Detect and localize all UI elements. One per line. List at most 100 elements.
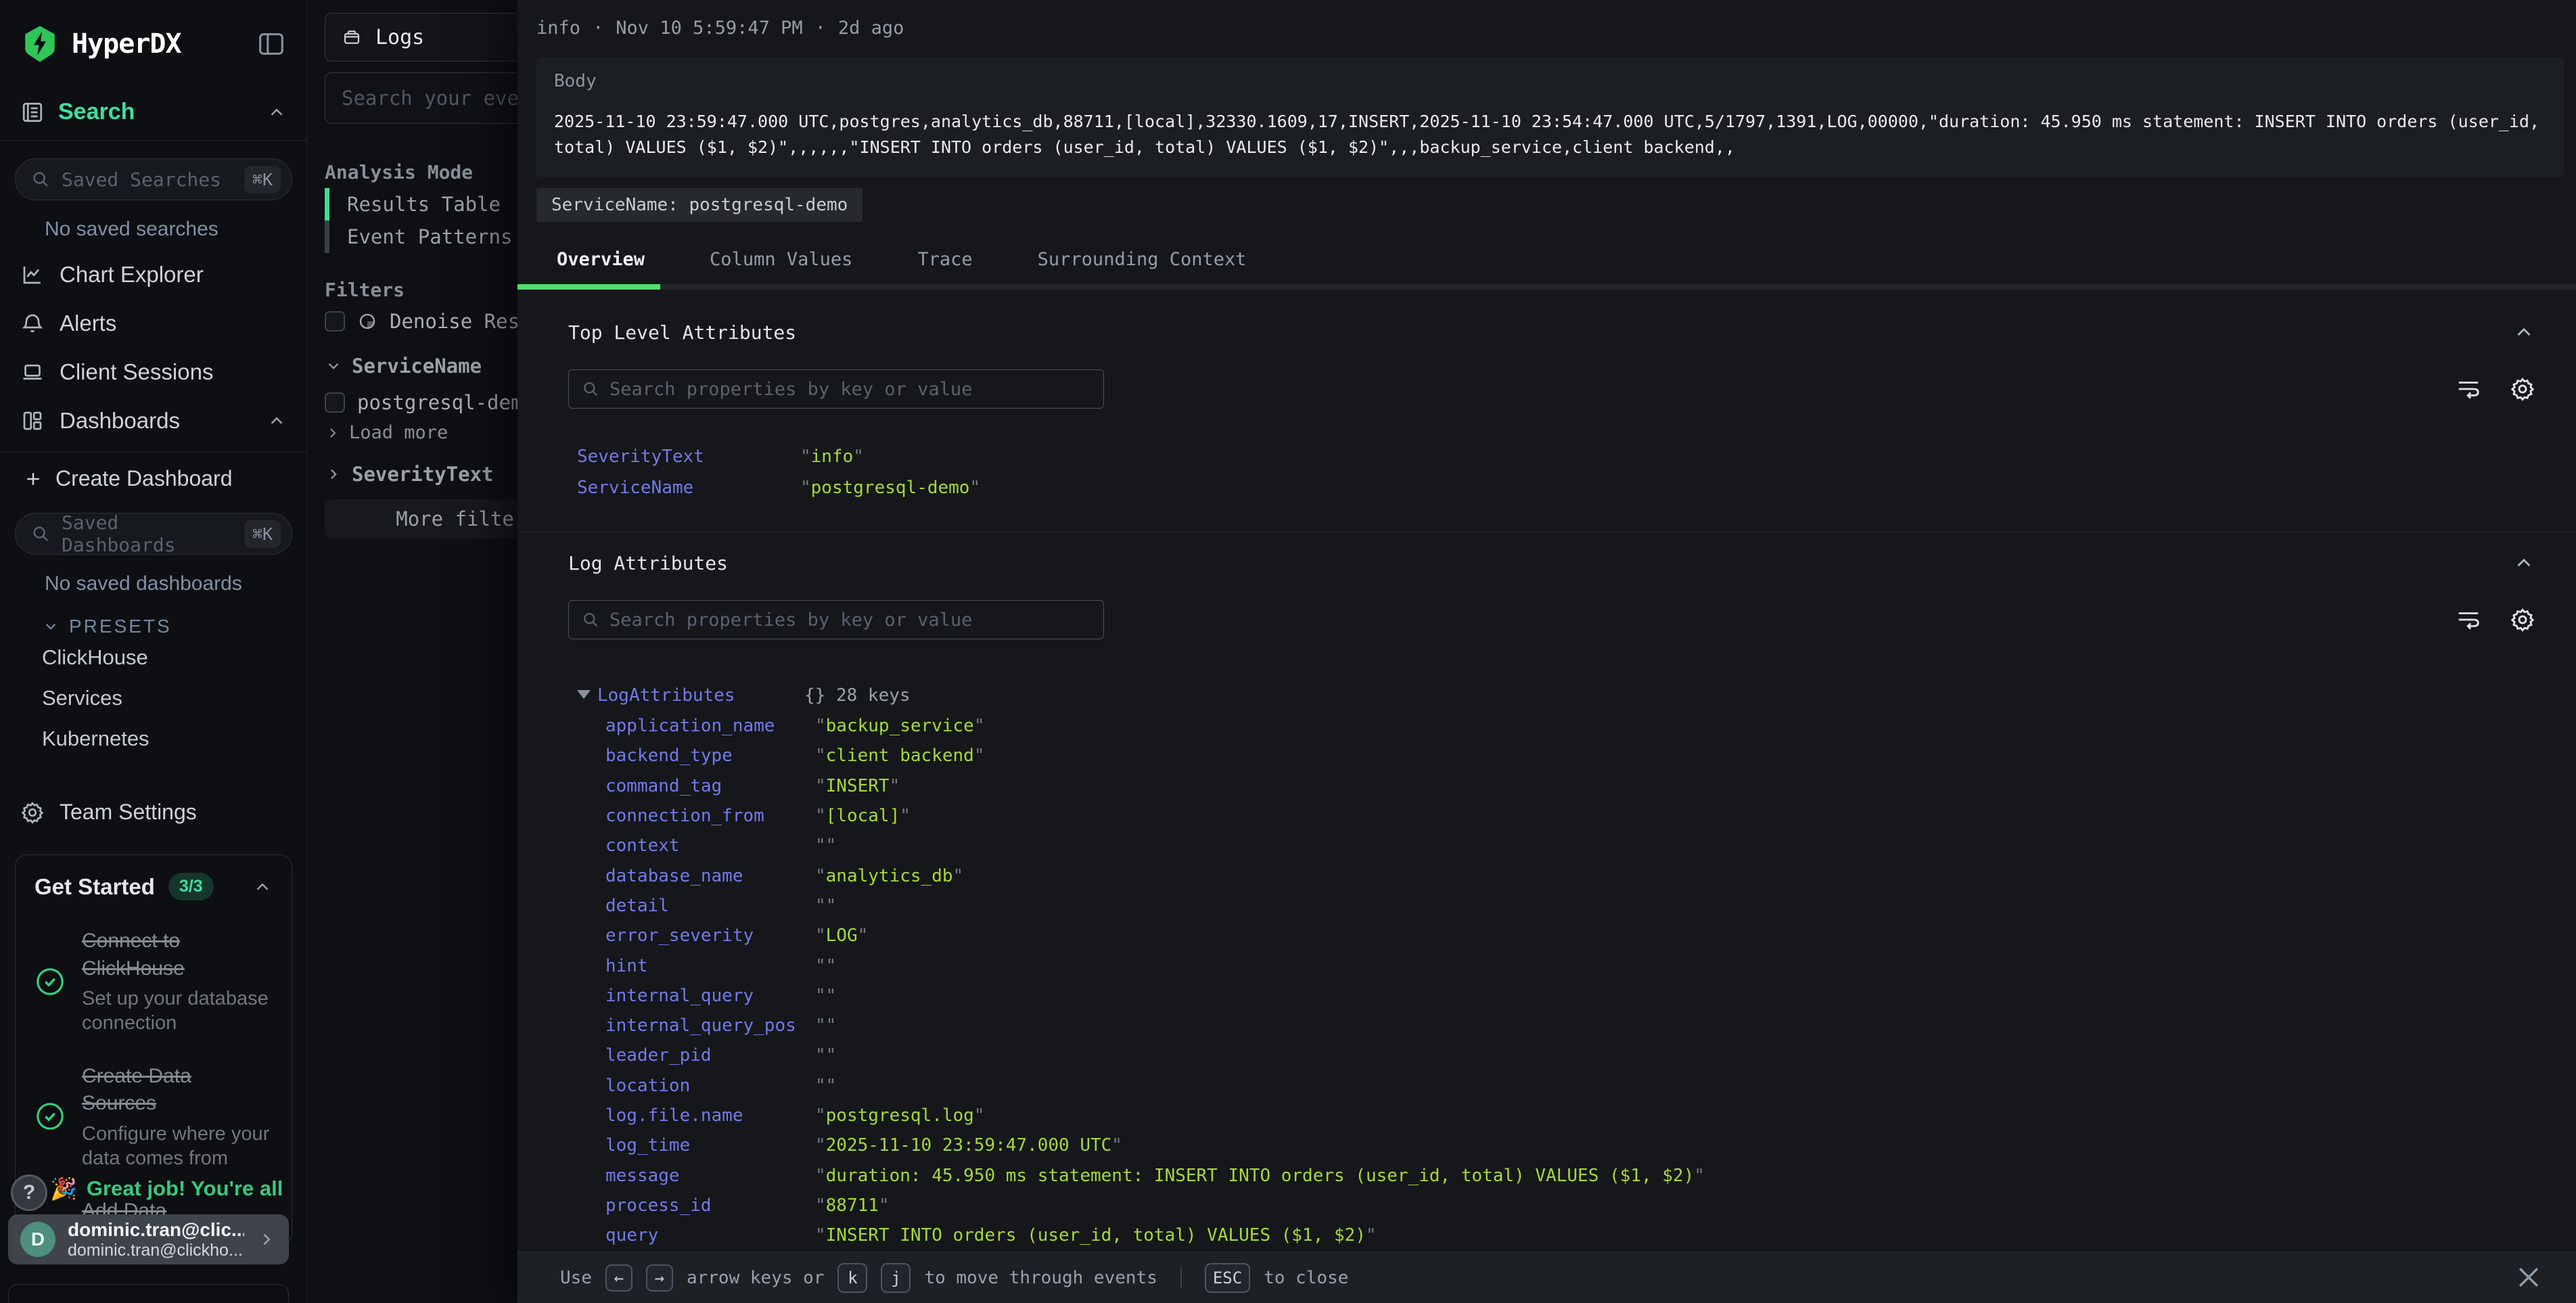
help-button[interactable]: ? [11,1174,47,1211]
attr-value[interactable]: "" [815,896,836,916]
attr-value[interactable]: "" [815,1076,836,1096]
gear-icon[interactable] [2510,376,2535,402]
attr-value[interactable]: "backup_service" [815,716,984,736]
attr-value[interactable]: "analytics_db" [815,866,963,886]
preset-item-kubernetes[interactable]: Kubernetes [0,718,307,759]
load-more-button[interactable]: Load more [325,422,448,443]
attr-key[interactable]: query [605,1225,815,1245]
attr-key[interactable]: internal_query_pos [605,1015,815,1036]
sidebar-item-alerts[interactable]: Alerts [0,299,307,348]
get-started-item[interactable]: Create Data SourcesConfigure where your … [34,1063,273,1171]
servicename-group-toggle[interactable]: ServiceName [325,355,482,378]
attr-key[interactable]: log_time [605,1135,815,1156]
attr-value[interactable]: "postgresql.log" [815,1105,984,1126]
tab-column-values[interactable]: Column Values [710,249,852,288]
attr-key[interactable]: leader_pid [605,1045,815,1066]
attr-value[interactable]: "" [815,1045,836,1066]
footer-text: to move through events [924,1268,1157,1288]
gear-icon[interactable] [2510,607,2535,633]
attr-value[interactable]: "88711" [815,1195,890,1216]
analysis-mode-option-results-table[interactable]: Results Table [325,188,512,221]
get-started-item[interactable]: Connect to ClickHouseSet up your databas… [34,928,273,1036]
attribute-row: location"" [568,1071,2535,1101]
severitytext-group-toggle[interactable]: SeverityText [325,463,494,486]
attr-key[interactable]: message [605,1166,815,1186]
sidebar-section-search[interactable]: Search [0,99,307,125]
attr-key[interactable]: application_name [605,716,815,736]
top-level-search-input[interactable] [610,379,1091,400]
create-dashboard-label: Create Dashboard [55,466,232,491]
attr-key[interactable]: hint [605,956,815,976]
get-started-title: Get Started [34,874,155,900]
chevron-up-icon[interactable] [267,411,287,431]
attr-value[interactable]: "" [815,1015,836,1036]
sidebar-item-client-sessions[interactable]: Client Sessions [0,348,307,396]
attribute-row: process_id"88711" [568,1191,2535,1220]
sidebar-collapse-icon[interactable] [256,28,287,60]
tab-trace[interactable]: Trace [917,249,972,288]
log-attributes-search-input[interactable] [610,610,1091,631]
service-name-tag[interactable]: ServiceName: postgresql-demo [536,188,862,222]
attr-value[interactable]: "" [815,956,836,976]
chevron-up-icon[interactable] [252,877,273,897]
attr-key[interactable]: detail [605,896,815,916]
attr-value[interactable]: "" [815,986,836,1006]
attr-key[interactable]: internal_query [605,986,815,1006]
attr-key[interactable]: log.file.name [605,1105,815,1126]
attr-meta: {} 28 keys [804,685,911,706]
log-attributes-root-row[interactable]: LogAttributes {} 28 keys [568,680,2535,711]
sidebar-item-chart-explorer[interactable]: Chart Explorer [0,250,307,299]
sidebar-item-dashboards[interactable]: Dashboards [0,396,307,445]
attr-key[interactable]: connection_from [605,806,815,826]
event-body-block: Body 2025-11-10 23:59:47.000 UTC,postgre… [536,58,2564,177]
clipped-bottom-card [8,1284,289,1303]
get-started-header[interactable]: Get Started 3/3 [34,873,273,900]
attr-key[interactable]: error_severity [605,925,815,946]
saved-searches-input[interactable]: Saved Searches ⌘K [15,158,292,200]
attr-value[interactable]: "client backend" [815,746,984,766]
saved-dashboards-input[interactable]: Saved Dashboards ⌘K [15,513,292,555]
attr-value[interactable]: "INSERT INTO orders (user_id, total) VAL… [815,1225,1377,1245]
attr-value[interactable]: "INSERT" [815,776,900,796]
attr-value[interactable]: "LOG" [815,925,868,946]
presets-toggle[interactable]: PRESETS [0,616,307,637]
close-icon[interactable] [2514,1262,2544,1292]
preset-item-clickhouse[interactable]: ClickHouse [0,637,307,678]
attr-key[interactable]: LogAttributes [597,685,804,706]
attr-key[interactable]: location [605,1076,815,1096]
service-filter-row[interactable]: postgresql-demo [325,391,534,414]
attr-key[interactable]: process_id [605,1195,815,1216]
attr-key[interactable]: command_tag [605,776,815,796]
checkbox[interactable] [325,311,345,332]
team-settings-button[interactable]: Team Settings [0,789,307,836]
user-menu[interactable]: D dominic.tran@clic... dominic.tran@clic… [8,1214,289,1264]
create-dashboard-button[interactable]: Create Dashboard [0,453,307,495]
wrap-lines-icon[interactable] [2456,607,2481,633]
attr-value[interactable]: "duration: 45.950 ms statement: INSERT I… [815,1166,1705,1186]
attr-value[interactable]: "2025-11-10 23:59:47.000 UTC" [815,1135,1122,1156]
checkbox[interactable] [325,392,345,413]
analysis-mode-option-event-patterns[interactable]: Event Patterns [325,221,512,253]
attr-value[interactable]: "[local]" [815,806,911,826]
attr-key[interactable]: backend_type [605,746,815,766]
chevron-up-icon[interactable] [2512,321,2535,344]
top-level-search[interactable] [568,369,1104,409]
expand-triangle-icon[interactable] [577,690,591,699]
preset-item-services[interactable]: Services [0,678,307,718]
tab-overview[interactable]: Overview [557,249,645,288]
attr-key[interactable]: database_name [605,866,815,886]
top-level-attributes-section: Top Level Attributes SeverityText"info"S… [518,291,2576,510]
log-attributes-search[interactable] [568,600,1104,639]
chevron-up-icon[interactable] [267,102,287,122]
tab-surrounding-context[interactable]: Surrounding Context [1038,249,1247,288]
wrap-lines-icon[interactable] [2456,376,2481,402]
get-started-item-texts: Create Data SourcesConfigure where your … [82,1063,273,1171]
attr-key[interactable]: ServiceName [577,478,800,498]
attr-value[interactable]: "postgresql-demo" [800,478,980,498]
attr-key[interactable]: SeverityText [577,447,800,467]
attr-value[interactable]: "" [815,836,836,856]
attr-key[interactable]: context [605,836,815,856]
get-started-item-desc: Configure where your data comes from [82,1122,273,1171]
chevron-up-icon[interactable] [2512,551,2535,574]
attr-value[interactable]: "info" [800,447,864,467]
